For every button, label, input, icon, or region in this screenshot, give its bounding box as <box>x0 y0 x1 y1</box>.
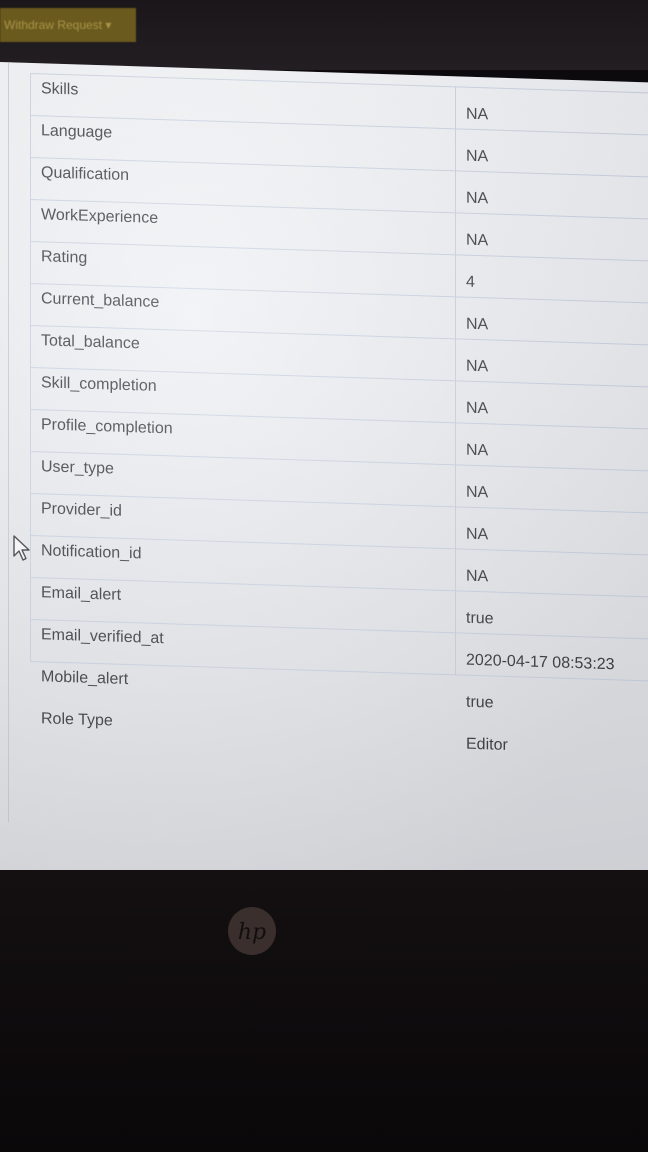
field-value-email-verified-at: 2020-04-17 08:53:23 <box>455 632 648 682</box>
field-value-work-experience: NA <box>455 212 648 262</box>
field-value-language: NA <box>455 128 648 178</box>
field-value-mobile-alert: true <box>466 693 494 712</box>
withdraw-request-button[interactable]: Withdraw Request ▾ <box>0 8 136 42</box>
field-value-total-balance: NA <box>455 338 648 388</box>
field-value-provider-id: NA <box>455 506 648 556</box>
field-value-current-balance: NA <box>455 296 648 346</box>
svg-text:hp: hp <box>238 920 266 945</box>
sidebar-edge <box>0 62 9 823</box>
hp-logo-icon: hp <box>228 907 276 955</box>
field-value-email-alert: true <box>455 590 648 640</box>
field-value-rating: 4 <box>455 254 648 304</box>
field-value-user-type: NA <box>455 464 648 514</box>
field-value-skill-completion: NA <box>455 380 648 430</box>
mouse-pointer-icon <box>13 535 30 561</box>
field-value-qualification: NA <box>455 170 648 220</box>
laptop-bezel-bottom <box>0 870 648 1152</box>
user-details-table: Skills NA Language NA Qualification NA W… <box>30 73 648 766</box>
field-value-notification-id: NA <box>455 548 648 598</box>
field-value-profile-completion: NA <box>455 422 648 472</box>
screen: Skills NA Language NA Qualification NA W… <box>0 62 648 903</box>
field-value-role-type: Editor <box>466 735 508 754</box>
field-value-skills: NA <box>455 86 648 136</box>
